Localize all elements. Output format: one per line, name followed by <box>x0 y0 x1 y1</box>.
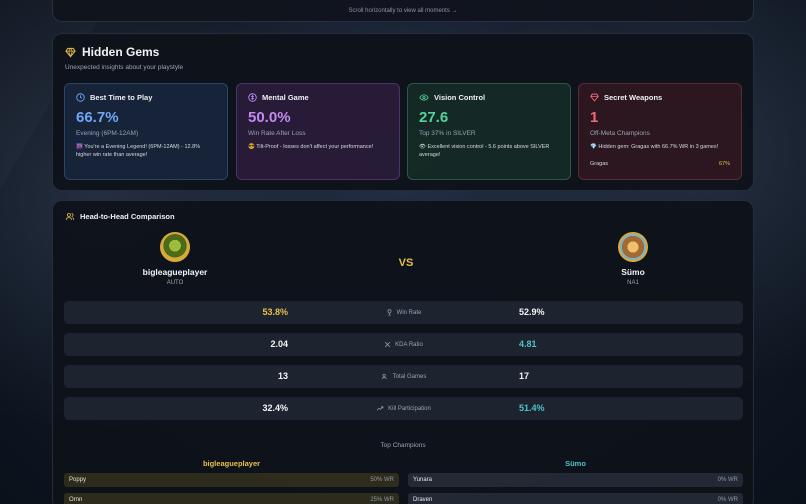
stat-label: Total Games <box>392 373 427 380</box>
head-to-head-title: Head-to-Head Comparison <box>80 212 175 221</box>
off-meta-champion-row: Gragas 67% <box>590 161 730 167</box>
gem-card-note: 💎 Hidden gem: Gragas with 66.7% WR in 3 … <box>590 144 719 150</box>
gem-card-subtitle: Win Rate After Loss <box>248 130 306 137</box>
clock-icon <box>76 93 85 102</box>
player-region: NA1 <box>627 280 639 286</box>
swords-icon <box>384 341 391 348</box>
stat-label-group: Total Games <box>64 373 743 380</box>
stat-right-value: 51.4% <box>519 403 545 413</box>
list-item[interactable]: Yunara 0% WR <box>408 473 743 487</box>
player-region: AUTO <box>166 280 184 286</box>
gem-card-subtitle: Off-Meta Champions <box>590 130 650 137</box>
brain-icon <box>248 93 257 102</box>
champion-name: Yunara <box>413 477 433 483</box>
gem-card-mental-game: Mental Game 50.0% Win Rate After Loss 😎 … <box>236 83 400 180</box>
stat-label: KDA Ratio <box>395 341 423 348</box>
gem-card-secret-weapons: Secret Weapons 1 Off-Meta Champions 💎 Hi… <box>578 83 742 180</box>
stat-label: Kill Participation <box>388 405 431 412</box>
player-one[interactable]: bigleagueplayer AUTO <box>115 232 235 286</box>
player-name: Sümo <box>621 267 645 277</box>
stat-right-value: 4.81 <box>519 339 537 349</box>
stat-label-group: KDA Ratio <box>64 341 743 348</box>
gem-card-subtitle: Evening (6PM-12AM) <box>76 130 139 137</box>
list-item[interactable]: Draven 0% WR <box>408 493 743 504</box>
champion-name: Ornn <box>69 497 83 503</box>
stat-row-kill-participation: 32.4% Kill Participation 51.4% <box>64 397 743 420</box>
player-name: bigleagueplayer <box>142 267 208 277</box>
eye-icon <box>419 93 429 102</box>
gem-card-title: Mental Game <box>262 93 309 102</box>
gem-card-best-time: Best Time to Play 66.7% Evening (6PM-12A… <box>64 83 228 180</box>
avatar <box>160 232 190 262</box>
moments-scroll-bar[interactable]: Scroll horizontally to view all moments … <box>52 0 754 22</box>
champion-winrate: 50% WR <box>370 477 394 483</box>
stat-right-value: 17 <box>519 371 530 381</box>
champion-name: Poppy <box>69 477 87 483</box>
hidden-gems-heading: Hidden Gems <box>65 45 159 59</box>
list-item[interactable]: Ornn 25% WR <box>64 493 399 504</box>
versus-label: VS <box>398 257 414 269</box>
gem-card-title: Best Time to Play <box>90 93 153 102</box>
champion-name: Gragas <box>590 161 609 168</box>
champion-name: Draven <box>413 497 433 503</box>
gem-card-note: 😎 Tilt-Proof - losses don't affect your … <box>248 144 374 150</box>
avatar <box>618 232 648 262</box>
scroll-hint: Scroll horizontally to view all moments … <box>348 7 458 14</box>
champion-winrate: 67% <box>718 161 730 168</box>
gem-card-title: Secret Weapons <box>604 93 663 102</box>
left-champions-heading: bigleagueplayer <box>202 459 261 468</box>
head-to-head-panel: Head-to-Head Comparison bigleagueplayer … <box>52 200 754 504</box>
users-icon <box>381 373 389 380</box>
stat-label-group: Kill Participation <box>64 405 743 412</box>
gem-card-vision-control: Vision Control 27.6 Top 37% in SILVER 👁 … <box>407 83 571 180</box>
gem-card-value: 50.0% <box>248 109 291 126</box>
stat-label-group: Win Rate <box>64 309 743 316</box>
stat-label: Win Rate <box>396 309 422 316</box>
trophy-icon <box>386 309 393 316</box>
gem-card-value: 1 <box>590 109 599 126</box>
gem-card-value: 27.6 <box>419 109 449 126</box>
gem-icon <box>65 47 76 58</box>
champion-winrate: 0% WR <box>717 497 738 503</box>
champion-winrate: 25% WR <box>370 497 394 503</box>
gem-card-note: 👁 Excellent vision control - 5.6 points … <box>419 144 550 159</box>
gem-card-title: Vision Control <box>434 93 486 102</box>
users-icon <box>65 212 75 221</box>
head-to-head-heading: Head-to-Head Comparison <box>65 212 175 221</box>
right-champions-heading: Sümo <box>565 459 586 468</box>
trend-up-icon <box>376 405 384 412</box>
player-two[interactable]: Sümo NA1 <box>573 232 693 286</box>
list-item[interactable]: Poppy 50% WR <box>64 473 399 487</box>
gem-card-value: 66.7% <box>76 109 119 126</box>
champion-winrate: 0% WR <box>717 477 738 483</box>
stat-right-value: 52.9% <box>519 307 545 317</box>
gem-card-note: 🌆 You're a Evening Legend! (6PM-12AM) - … <box>76 144 201 159</box>
gem-card-subtitle: Top 37% in SILVER <box>419 130 476 137</box>
stat-row-win-rate: 53.8% Win Rate 52.9% <box>64 301 743 324</box>
top-champions-title: Top Champions <box>380 442 426 449</box>
hidden-gems-subtitle: Unexpected insights about your playstyle <box>65 64 184 71</box>
stat-row-kda: 2.04 KDA Ratio 4.81 <box>64 333 743 356</box>
stat-row-total-games: 13 Total Games 17 <box>64 365 743 388</box>
gem-icon <box>590 93 599 102</box>
hidden-gems-title: Hidden Gems <box>82 45 160 59</box>
hidden-gems-panel: Hidden Gems Unexpected insights about yo… <box>52 33 754 191</box>
